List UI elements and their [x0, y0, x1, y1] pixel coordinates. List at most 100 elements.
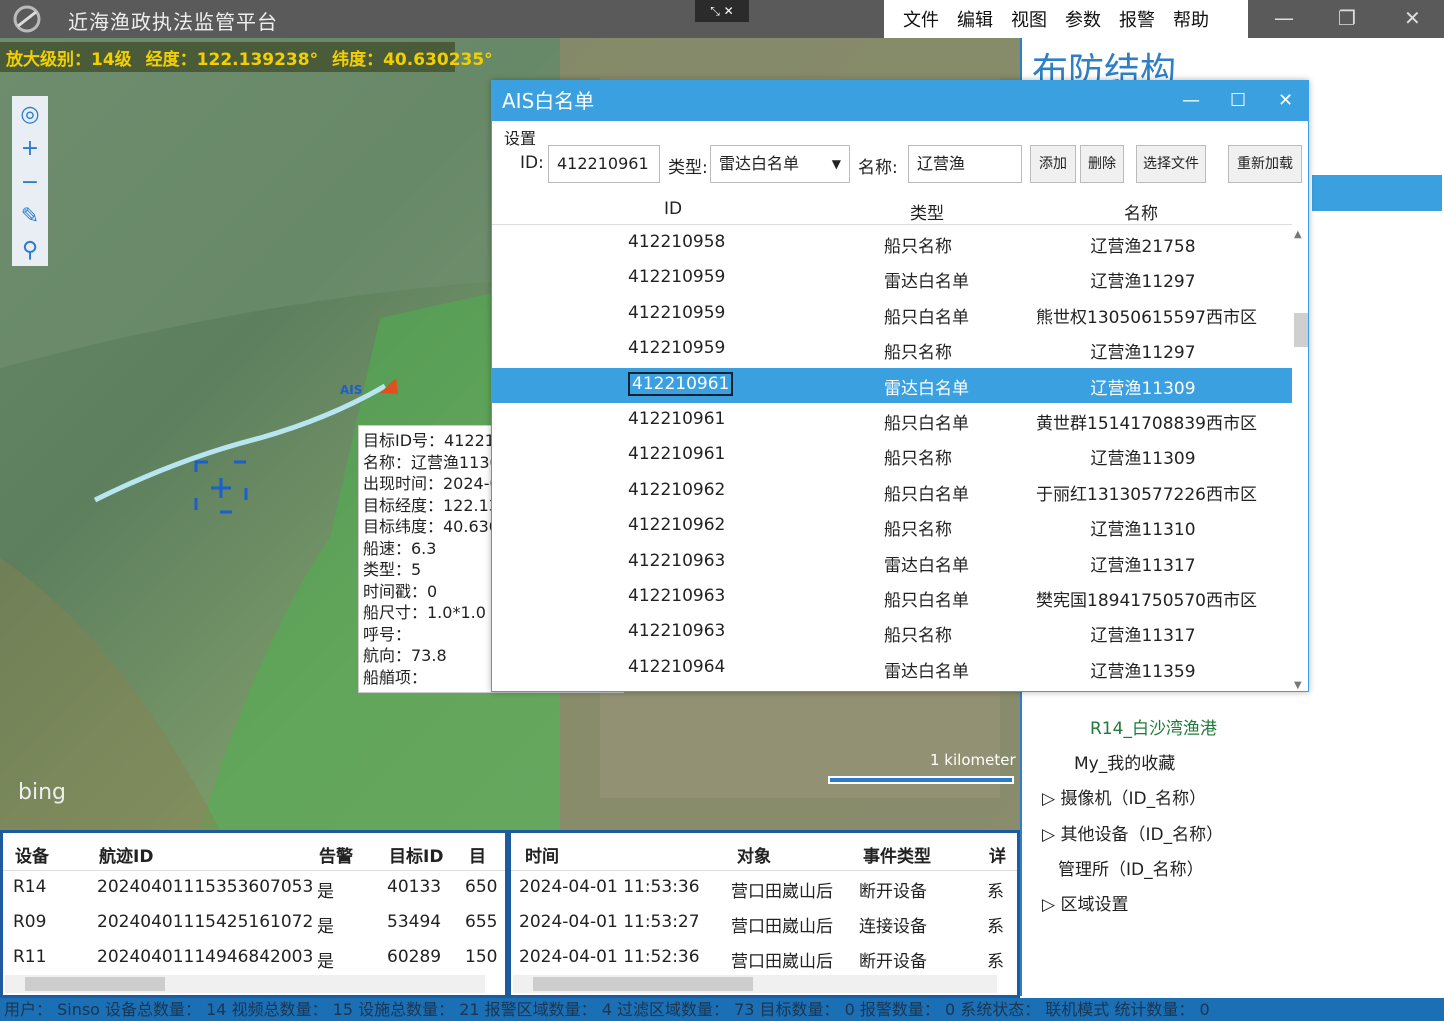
cell-id: 412210959 — [628, 302, 726, 323]
menu-view[interactable]: 视图 — [1002, 6, 1056, 32]
cell-name: 于丽红13130577226西市区 — [1036, 484, 1257, 505]
table-row[interactable]: 412210959 雷达白名单 辽营渔11297 — [492, 261, 1292, 296]
col-device[interactable]: 设备 — [15, 842, 49, 867]
tree-item-other-devices[interactable]: ▷ 其他设备（ID_名称） — [1042, 820, 1223, 845]
latitude: 纬度：40.630235° — [332, 49, 493, 70]
event-table: 时间 对象 事件类型 详 2024-04-01 11:53:36 营口田崴山后 断开… — [508, 830, 1020, 998]
table-cell: 营口田崴山后 — [731, 882, 833, 902]
table-cell: 营口田崴山后 — [731, 952, 833, 972]
zoom-in-icon[interactable]: + — [18, 136, 42, 162]
table-cell: 营口田崴山后 — [731, 917, 833, 937]
type-select[interactable]: 雷达白名单 ▼ — [710, 145, 850, 183]
table-row[interactable]: 412210959 船只名称 辽营渔11297 — [492, 332, 1292, 367]
scrollbar-thumb[interactable] — [533, 977, 753, 991]
menu-alarm[interactable]: 报警 — [1110, 6, 1164, 32]
col-target-id[interactable]: 目标ID — [389, 842, 443, 867]
map-toolbar: ◎ + − ✎ ⚲ — [12, 96, 48, 266]
table-row[interactable]: 2024-04-01 11:53:36 营口田崴山后 断开设备 系 — [511, 871, 1017, 906]
cell-id: 412210959 — [628, 267, 726, 288]
ruler-icon[interactable]: ✎ — [18, 204, 42, 230]
cell-type: 船只名称 — [884, 343, 952, 364]
column-type[interactable]: 类型 — [910, 199, 944, 224]
cell-id: 412210963 — [628, 550, 726, 571]
ais-target-label[interactable]: AIS — [340, 383, 362, 397]
tree-item-r14[interactable]: R14_白沙湾渔港 — [1090, 714, 1217, 739]
table-row[interactable]: 2024-04-01 11:53:27 营口田崴山后 连接设备 系 — [511, 906, 1017, 941]
cell-name: 辽营渔11317 — [1090, 626, 1196, 647]
tree-selection-highlight[interactable] — [1312, 175, 1442, 211]
table-row[interactable]: 412210961 雷达白名单 辽营渔11309 — [492, 367, 1292, 403]
table-row[interactable]: R11 20240401114946842003 是 60289 150 — [3, 941, 505, 976]
col-alarm[interactable]: 告警 — [319, 842, 353, 867]
delete-button[interactable]: 删除 — [1080, 145, 1124, 183]
id-input[interactable]: 412210961 — [548, 145, 660, 183]
scroll-down-icon[interactable]: ▼ — [1294, 680, 1302, 691]
table-row[interactable]: 412210962 船只白名单 于丽红13130577226西市区 — [492, 474, 1292, 509]
tree-item-management[interactable]: 管理所（ID_名称） — [1058, 855, 1204, 880]
col-event-type[interactable]: 事件类型 — [863, 842, 931, 867]
scrollbar-thumb[interactable] — [1294, 313, 1308, 347]
dialog-close-icon[interactable]: ✕ — [1278, 81, 1293, 121]
column-id[interactable]: ID — [664, 199, 682, 219]
col-time[interactable]: 时间 — [525, 842, 559, 867]
cell-type: 雷达白名单 — [884, 378, 969, 399]
track-hscroll[interactable] — [5, 975, 485, 993]
scale-label: 1 kilometer — [930, 751, 1016, 769]
scroll-up-icon[interactable]: ▲ — [1294, 229, 1302, 240]
table-row[interactable]: R14 20240401115353607053 是 40133 650 — [3, 871, 505, 906]
col-object[interactable]: 对象 — [737, 842, 771, 867]
pin-icon[interactable]: ⚲ — [18, 238, 42, 264]
cell-type: 船只名称 — [884, 237, 952, 257]
reload-button[interactable]: 重新加载 — [1228, 145, 1302, 183]
bing-logo: bing — [18, 780, 66, 805]
locate-icon[interactable]: ◎ — [18, 102, 42, 128]
cell-type: 船只名称 — [884, 449, 952, 470]
menu-params[interactable]: 参数 — [1056, 6, 1110, 32]
tree-item-cameras[interactable]: ▷ 摄像机（ID_名称） — [1042, 784, 1206, 809]
table-row[interactable]: 412210963 船只白名单 樊宪国18941750570西市区 — [492, 580, 1292, 615]
menu-file[interactable]: 文件 — [894, 6, 948, 32]
event-hscroll[interactable] — [513, 975, 997, 993]
cell-id: 412210961 — [628, 444, 726, 465]
name-input[interactable]: 辽营渔 — [908, 145, 1022, 183]
remote-control-toggle[interactable]: ⤡ ✕ — [695, 0, 749, 22]
table-row[interactable]: 412210959 船只白名单 熊世权13050615597西市区 — [492, 297, 1292, 332]
tree-item-region-settings[interactable]: ▷ 区域设置 — [1042, 890, 1128, 915]
table-row[interactable]: 412210962 船只名称 辽营渔11310 — [492, 509, 1292, 544]
select-file-button[interactable]: 选择文件 — [1136, 145, 1206, 183]
table-row[interactable]: 412210964 雷达白名单 辽营渔11359 — [492, 651, 1292, 686]
table-row[interactable]: R09 20240401115425161072 是 53494 655 — [3, 906, 505, 941]
cell-name: 辽营渔11309 — [1090, 449, 1196, 470]
tree-item-favorites[interactable]: My_我的收藏 — [1074, 749, 1175, 774]
table-row[interactable]: 412210961 船只名称 辽营渔11309 — [492, 438, 1292, 473]
column-name[interactable]: 名称 — [1124, 199, 1158, 224]
menu-edit[interactable]: 编辑 — [948, 6, 1002, 32]
cell-name: 辽营渔11297 — [1090, 272, 1196, 293]
col-detail[interactable]: 详 — [989, 842, 1006, 867]
restore-icon[interactable]: ❐ — [1338, 6, 1356, 30]
cell-id: 412210962 — [628, 515, 726, 536]
dialog-maximize-icon[interactable]: ☐ — [1230, 81, 1246, 121]
scrollbar-thumb[interactable] — [25, 977, 165, 991]
cell-type: 雷达白名单 — [884, 555, 969, 576]
col-more[interactable]: 目 — [469, 842, 486, 867]
table-row[interactable]: 2024-04-01 11:52:36 营口田崴山后 断开设备 系 — [511, 941, 1017, 976]
table-row[interactable]: 412210961 船只白名单 黄世群15141708839西市区 — [492, 403, 1292, 438]
col-track-id[interactable]: 航迹ID — [99, 842, 153, 867]
menu-help[interactable]: 帮助 — [1164, 6, 1218, 32]
type-select-value: 雷达白名单 — [719, 154, 800, 173]
title-bar: 近海渔政执法监管平台 ⤡ ✕ 文件 编辑 视图 参数 报警 帮助 — ❐ ✕ — [0, 0, 1444, 38]
zoom-out-icon[interactable]: − — [18, 170, 42, 196]
grid-scrollbar[interactable]: ▲ ▼ — [1292, 229, 1308, 691]
dialog-minimize-icon[interactable]: — — [1182, 81, 1200, 121]
add-button[interactable]: 添加 — [1030, 145, 1076, 183]
table-row[interactable]: 412210963 雷达白名单 辽营渔11317 — [492, 545, 1292, 580]
table-cell: 150 — [465, 947, 498, 967]
table-cell: 20240401114946842003 — [97, 947, 314, 967]
table-row[interactable]: 412210958 船只名称 辽营渔21758 — [492, 226, 1292, 261]
table-row[interactable]: 412210963 船只名称 辽营渔11317 — [492, 615, 1292, 650]
minimize-icon[interactable]: — — [1274, 6, 1294, 30]
cell-type: 船只名称 — [884, 626, 952, 647]
close-icon[interactable]: ✕ — [1404, 6, 1421, 30]
cell-id: 412210958 — [628, 232, 726, 252]
